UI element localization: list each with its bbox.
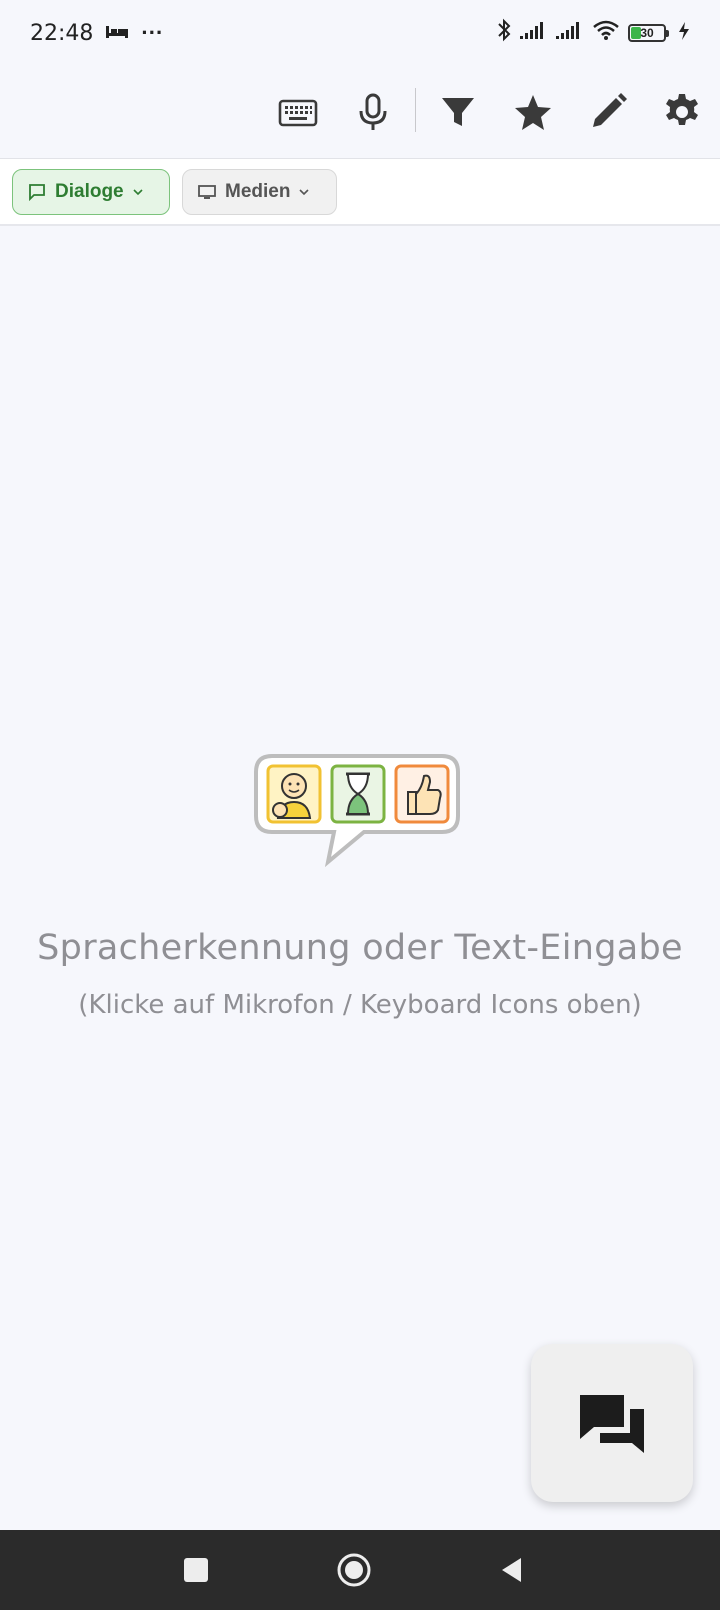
pictogram-speech-bubble-icon (254, 754, 460, 868)
recents-square-icon (184, 1558, 208, 1582)
medien-chip-label: Medien (225, 181, 291, 202)
chat-bubbles-icon (580, 1395, 644, 1453)
filter-icon (442, 98, 474, 126)
signal-icon (556, 20, 584, 46)
star-icon (515, 95, 551, 130)
sleep-icon (105, 20, 129, 46)
dialoge-chip-label: Dialoge (55, 181, 124, 202)
back-button[interactable] (490, 1548, 534, 1592)
keyboard-icon (278, 99, 318, 127)
status-right: 30 (496, 18, 690, 48)
favorites-button[interactable] (507, 86, 559, 138)
signal-icon (520, 20, 548, 46)
edit-button[interactable] (582, 86, 634, 138)
keyboard-button[interactable] (272, 86, 324, 138)
dialoge-chip[interactable]: Dialoge (12, 169, 170, 215)
battery-icon: 30 (628, 24, 669, 42)
system-nav-bar (0, 1530, 720, 1610)
recents-button[interactable] (174, 1548, 218, 1592)
home-circle-icon (337, 1553, 371, 1587)
empty-state-title: Spracherkennung oder Text-Eingabe (37, 928, 683, 968)
settings-button[interactable] (656, 86, 708, 138)
status-bar: 22:48 ··· 30 (0, 0, 720, 66)
microphone-icon (359, 93, 387, 130)
toolbar-divider (415, 88, 416, 132)
chevron-down-icon (133, 189, 143, 196)
gear-icon (666, 94, 698, 125)
back-triangle-icon (502, 1558, 521, 1582)
chevron-down-icon (299, 189, 310, 196)
status-more-dots: ··· (141, 20, 164, 45)
status-time: 22:48 (30, 20, 94, 46)
microphone-button[interactable] (347, 86, 399, 138)
monitor-icon (198, 185, 216, 199)
conversation-fab[interactable] (531, 1344, 693, 1502)
filter-button[interactable] (432, 86, 484, 138)
chat-outline-icon (29, 184, 45, 202)
filter-row: Dialoge Medien (0, 158, 720, 226)
home-button[interactable] (332, 1548, 376, 1592)
battery-level: 30 (640, 26, 654, 40)
medien-chip[interactable]: Medien (182, 169, 337, 215)
charging-icon (674, 20, 690, 46)
empty-state-hint: (Klicke auf Mikrofon / Keyboard Icons ob… (78, 990, 642, 1020)
top-toolbar (0, 66, 720, 158)
speech-bubble-illustration (252, 752, 462, 892)
bluetooth-icon (496, 18, 512, 48)
pencil-icon (593, 93, 627, 127)
status-left: 22:48 ··· (30, 20, 163, 46)
wifi-icon (592, 19, 620, 47)
